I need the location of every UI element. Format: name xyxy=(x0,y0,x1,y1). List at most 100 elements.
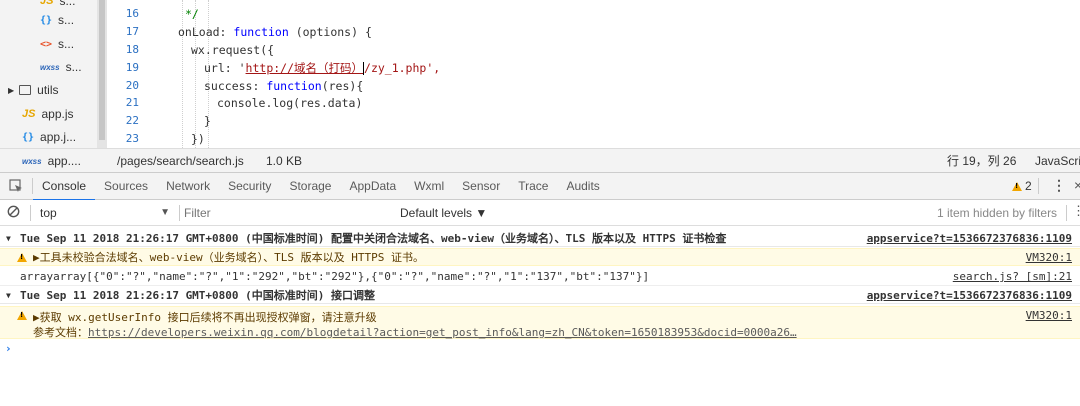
sidebar-scrollbar-thumb[interactable] xyxy=(99,0,105,140)
tab-storage[interactable]: Storage xyxy=(280,173,340,200)
line-number: 19 xyxy=(125,61,139,74)
log-levels-select[interactable]: Default levels ▼ xyxy=(400,206,487,220)
file-item-app-json[interactable]: {} app.j... xyxy=(22,128,76,146)
file-path: /pages/search/search.js xyxy=(117,153,244,168)
editor-status-bar: /pages/search/search.js 1.0 KB 行 19，列 26… xyxy=(107,148,1080,172)
file-label: app.j... xyxy=(40,130,77,144)
console-warning[interactable]: ▶工具未校验合法域名、web-view（业务域名）、TLS 版本以及 HTTPS… xyxy=(0,248,1080,266)
url-link[interactable]: http://域名（打码） xyxy=(246,61,363,75)
code-line: 21 console.log(res.data) xyxy=(107,94,1080,111)
more-options-icon[interactable]: ⋮ xyxy=(1052,177,1066,194)
js-file-icon: JS xyxy=(22,108,36,120)
line-number: 17 xyxy=(125,25,139,38)
json-file-icon: {} xyxy=(22,131,35,143)
divider xyxy=(30,205,31,221)
file-item-app-wxss[interactable]: wxss app.... xyxy=(22,152,81,170)
doc-label: 参考文档： xyxy=(33,326,88,339)
tab-network[interactable]: Network xyxy=(157,173,219,200)
console-group-header[interactable]: ▼ Tue Sep 11 2018 21:26:17 GMT+0800 (中国标… xyxy=(0,230,1080,247)
console-group-header[interactable]: ▼ Tue Sep 11 2018 21:26:17 GMT+0800 (中国标… xyxy=(0,287,1080,304)
cursor-position[interactable]: 行 19，列 26 xyxy=(947,152,1016,169)
code-line: 17 onLoad: function (options) { xyxy=(107,23,1080,40)
doc-reference: 参考文档：https://developers.weixin.qq.com/bl… xyxy=(33,324,797,340)
console-log: arrayarray[{"0":"?","name":"?","1":"292"… xyxy=(0,268,1080,286)
source-link[interactable]: appservice?t=1536672376836:1109 xyxy=(867,232,1072,245)
source-link[interactable]: search.js? [sm]:21 xyxy=(953,270,1072,283)
console-messages: ▼ Tue Sep 11 2018 21:26:17 GMT+0800 (中国标… xyxy=(0,226,1080,406)
tab-trace[interactable]: Trace xyxy=(509,173,557,200)
devtools-tabbar: Console Sources Network Security Storage… xyxy=(0,172,1080,201)
folder-item-utils[interactable]: ▶ utils xyxy=(8,81,59,99)
warning-icon xyxy=(17,311,27,320)
group-title: Tue Sep 11 2018 21:26:17 GMT+0800 (中国标准时… xyxy=(20,232,727,245)
warning-counter[interactable]: 2 xyxy=(1012,179,1032,193)
folder-icon xyxy=(19,85,32,95)
code-line: 23 }) xyxy=(107,130,1080,147)
file-label: s... xyxy=(59,0,76,8)
doc-link[interactable]: https://developers.weixin.qq.com/blogdet… xyxy=(88,326,797,339)
line-number: 21 xyxy=(125,96,139,109)
language-mode[interactable]: JavaScri xyxy=(1035,154,1080,168)
code-line-current: 19 url: 'http://域名（打码）/zy_1.php', xyxy=(107,59,1080,76)
wxml-file-icon: <> xyxy=(40,38,53,50)
tab-sources[interactable]: Sources xyxy=(95,173,157,200)
tab-wxml[interactable]: Wxml xyxy=(405,173,453,200)
file-label: s... xyxy=(58,13,75,27)
log-text: arrayarray[{"0":"?","name":"?","1":"292"… xyxy=(20,270,650,283)
code-text: url: 'http://域名（打码）/zy_1.php', xyxy=(204,60,441,75)
line-number: 23 xyxy=(125,132,139,145)
group-title: Tue Sep 11 2018 21:26:17 GMT+0800 (中国标准时… xyxy=(20,289,376,302)
sidebar-footer: wxss app.... xyxy=(0,148,107,172)
tab-security[interactable]: Security xyxy=(219,173,280,200)
console-settings-icon[interactable]: ⋮ xyxy=(1072,203,1080,219)
tab-console[interactable]: Console xyxy=(33,173,96,201)
file-label: app.... xyxy=(47,154,81,168)
prompt-chevron-icon: › xyxy=(5,341,12,355)
wxss-file-icon: wxss xyxy=(40,62,60,72)
js-file-icon: JS xyxy=(40,0,54,7)
filter-input[interactable] xyxy=(184,203,384,222)
line-number: 22 xyxy=(125,114,139,127)
caret-down-icon[interactable]: ▼ xyxy=(6,291,11,300)
file-item[interactable]: <> s... xyxy=(40,35,74,53)
code-line: 20 success: function(res){ xyxy=(107,77,1080,94)
dropdown-arrow-icon: ▼ xyxy=(160,207,170,218)
code-text: wx.request({ xyxy=(191,42,275,57)
divider xyxy=(1066,205,1067,221)
warning-text: ▶获取 wx.getUserInfo 接口后续将不再出现授权弹窗，请注意升级 xyxy=(33,311,377,324)
file-item[interactable]: {} s... xyxy=(40,11,74,29)
source-link[interactable]: appservice?t=1536672376836:1109 xyxy=(867,289,1072,302)
code-line: 18 wx.request({ xyxy=(107,41,1080,58)
code-text: success: function(res){ xyxy=(204,78,364,93)
divider xyxy=(1038,178,1039,194)
console-prompt[interactable]: › xyxy=(0,340,1080,356)
source-link[interactable]: VM320:1 xyxy=(1026,251,1072,264)
clear-console-icon[interactable] xyxy=(7,205,20,221)
code-editor[interactable]: 16 */ 17 onLoad: function (options) { 18… xyxy=(107,0,1080,148)
caret-right-icon[interactable]: ▶ xyxy=(8,86,14,95)
hidden-items-info: 1 item hidden by filters xyxy=(937,206,1058,220)
code-text: onLoad: function (options) { xyxy=(178,24,372,39)
code-text: }) xyxy=(191,131,205,146)
file-item[interactable]: JS s... xyxy=(40,0,75,10)
tab-appdata[interactable]: AppData xyxy=(340,173,405,200)
divider xyxy=(179,205,180,221)
caret-down-icon[interactable]: ▼ xyxy=(6,234,11,243)
close-devtools-icon[interactable]: × xyxy=(1074,177,1080,193)
tab-audits[interactable]: Audits xyxy=(557,173,608,200)
inspect-element-icon[interactable] xyxy=(0,173,32,200)
tab-sensor[interactable]: Sensor xyxy=(453,173,509,200)
file-tree: JS s... {} s... <> s... wxss s... ▶ util… xyxy=(0,0,97,148)
code-line: 22 } xyxy=(107,112,1080,129)
warning-icon xyxy=(17,253,27,262)
code-text: } xyxy=(204,113,211,128)
file-item[interactable]: wxss s... xyxy=(40,58,82,76)
source-link[interactable]: VM320:1 xyxy=(1026,309,1072,322)
line-number: 16 xyxy=(125,7,139,20)
context-select[interactable]: top ▼ xyxy=(40,200,172,225)
file-item-app-js[interactable]: JS app.js xyxy=(22,105,74,123)
warning-count: 2 xyxy=(1025,179,1032,193)
console-warning[interactable]: ▶获取 wx.getUserInfo 接口后续将不再出现授权弹窗，请注意升级 参… xyxy=(0,306,1080,339)
line-number: 18 xyxy=(125,43,139,56)
warning-text: ▶工具未校验合法域名、web-view（业务域名）、TLS 版本以及 HTTPS… xyxy=(33,251,424,264)
